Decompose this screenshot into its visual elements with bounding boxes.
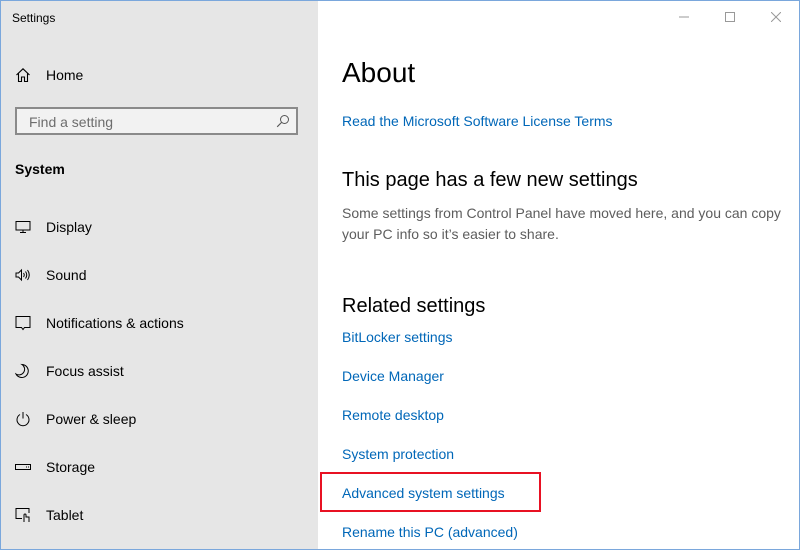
maximize-icon xyxy=(725,9,735,27)
storage-icon xyxy=(15,459,31,475)
minimize-icon xyxy=(679,9,689,27)
sidebar-item-tablet[interactable]: Tablet xyxy=(1,495,318,535)
sidebar-item-sound[interactable]: Sound xyxy=(1,255,318,295)
related-settings-heading: Related settings xyxy=(342,295,486,317)
close-icon xyxy=(770,9,782,27)
search-box[interactable] xyxy=(15,107,298,135)
new-settings-description: Some settings from Control Panel have mo… xyxy=(342,205,781,242)
minimize-button[interactable] xyxy=(661,1,707,35)
sidebar-item-label: Display xyxy=(46,219,92,235)
sidebar-item-label: Home xyxy=(46,67,84,83)
display-icon xyxy=(15,219,31,235)
caption-buttons xyxy=(661,1,799,35)
app-title: Settings xyxy=(12,11,56,25)
close-button[interactable] xyxy=(753,1,799,35)
advanced-system-settings-link[interactable]: Advanced system settings xyxy=(342,485,505,501)
sidebar-item-label: Sound xyxy=(46,267,87,283)
sidebar-item-notifications[interactable]: Notifications & actions xyxy=(1,303,318,343)
sidebar: Settings Home System Display Sound xyxy=(1,1,318,549)
remote-desktop-link[interactable]: Remote desktop xyxy=(342,407,444,423)
sidebar-item-focus-assist[interactable]: Focus assist xyxy=(1,351,318,391)
sidebar-item-label: Storage xyxy=(46,459,96,475)
sidebar-item-label: Focus assist xyxy=(46,363,124,379)
sidebar-item-label: Notifications & actions xyxy=(46,315,184,331)
license-terms-link[interactable]: Read the Microsoft Software License Term… xyxy=(342,113,613,129)
system-protection-link[interactable]: System protection xyxy=(342,446,454,462)
section-label-system: System xyxy=(15,161,65,177)
settings-window: Settings Home System Display Sound xyxy=(0,0,800,550)
search-icon[interactable] xyxy=(276,114,290,128)
search-input[interactable] xyxy=(27,113,271,131)
sidebar-item-label: Power & sleep xyxy=(46,411,137,427)
sidebar-item-display[interactable]: Display xyxy=(1,207,318,247)
rename-pc-link[interactable]: Rename this PC (advanced) xyxy=(342,524,518,540)
speaker-icon xyxy=(15,267,31,283)
sidebar-item-label: Tablet xyxy=(46,507,84,523)
main-content: About Read the Microsoft Software Licens… xyxy=(318,1,799,549)
sidebar-item-power-sleep[interactable]: Power & sleep xyxy=(1,399,318,439)
maximize-button[interactable] xyxy=(707,1,753,35)
notification-icon xyxy=(15,315,31,331)
sidebar-item-storage[interactable]: Storage xyxy=(1,447,318,487)
page-title: About xyxy=(342,57,416,88)
power-icon xyxy=(15,411,31,427)
device-manager-link[interactable]: Device Manager xyxy=(342,368,444,384)
bitlocker-settings-link[interactable]: BitLocker settings xyxy=(342,329,453,345)
new-settings-heading: This page has a few new settings xyxy=(342,169,638,191)
home-icon xyxy=(15,67,31,83)
moon-icon xyxy=(15,363,31,379)
tablet-icon xyxy=(15,507,31,523)
sidebar-item-home[interactable]: Home xyxy=(1,55,318,95)
